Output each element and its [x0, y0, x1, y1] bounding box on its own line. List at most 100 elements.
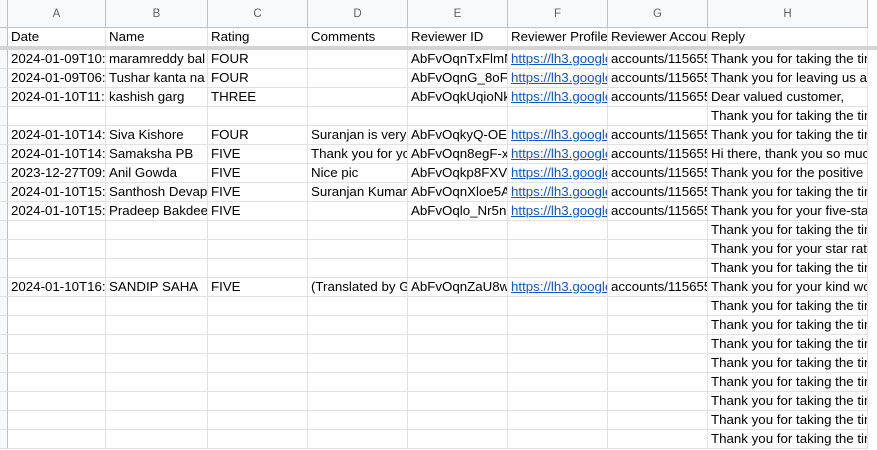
row-number[interactable] — [0, 316, 8, 335]
profile-link[interactable]: https://lh3.google — [511, 89, 607, 104]
row-number[interactable] — [0, 145, 8, 164]
cell-name[interactable]: Tushar kanta na — [106, 69, 208, 88]
cell-profile[interactable] — [508, 316, 608, 335]
cell-profile[interactable]: https://lh3.google — [508, 126, 608, 145]
cell-date[interactable] — [8, 335, 106, 354]
profile-link[interactable]: https://lh3.google — [511, 51, 607, 66]
cell-rid[interactable] — [408, 221, 508, 240]
cell-name[interactable] — [106, 335, 208, 354]
row-number[interactable] — [0, 183, 8, 202]
cell-rid[interactable] — [408, 373, 508, 392]
cell-comments[interactable]: Nice pic — [308, 164, 408, 183]
cell-profile[interactable] — [508, 335, 608, 354]
cell-comments[interactable] — [308, 297, 408, 316]
cell-comments[interactable]: Thank you for yo — [308, 145, 408, 164]
cell-name[interactable] — [106, 392, 208, 411]
row-number[interactable] — [0, 373, 8, 392]
table-row[interactable]: 2024-01-10T11: kashish garg THREE AbFvOqkUq… — [0, 88, 868, 107]
column-header-e[interactable]: E — [408, 0, 508, 28]
cell-date[interactable]: 2024-01-10T15: — [8, 202, 106, 221]
cell-name[interactable] — [106, 430, 208, 449]
cell-rating[interactable]: FOUR — [208, 69, 308, 88]
table-row[interactable]: Thank you for your star rati — [0, 240, 868, 259]
cell-reply[interactable]: Thank you for taking the tim — [708, 430, 868, 449]
cell-account[interactable] — [608, 335, 708, 354]
cell-comments[interactable]: Suranjan Kumar — [308, 183, 408, 202]
table-row[interactable]: Thank you for taking the tim — [0, 259, 868, 278]
select-all-corner[interactable] — [0, 0, 8, 28]
row-number[interactable] — [0, 50, 8, 69]
cell-reply[interactable]: Thank you for taking the tim — [708, 411, 868, 430]
cell-rid[interactable] — [408, 335, 508, 354]
cell-rid[interactable] — [408, 430, 508, 449]
cell-account[interactable]: accounts/115655 — [608, 202, 708, 221]
cell-reply[interactable]: Thank you for your five-star — [708, 202, 868, 221]
column-header-a[interactable]: A — [8, 0, 106, 28]
cell-account[interactable] — [608, 430, 708, 449]
cell-profile[interactable]: https://lh3.google — [508, 50, 608, 69]
table-row[interactable]: 2024-01-10T16: SANDIP SAHA FIVE (Translated… — [0, 278, 868, 297]
cell-date[interactable]: 2024-01-10T16: — [8, 278, 106, 297]
cell-name[interactable]: SANDIP SAHA — [106, 278, 208, 297]
header-cell-rating[interactable]: Rating — [208, 28, 308, 47]
cell-profile[interactable]: https://lh3.google — [508, 88, 608, 107]
cell-reply[interactable]: Thank you for your kind wo — [708, 278, 868, 297]
table-row[interactable]: Thank you for taking the tim — [0, 354, 868, 373]
profile-link[interactable]: https://lh3.google — [511, 279, 607, 294]
row-number[interactable] — [0, 278, 8, 297]
column-header-h[interactable]: H — [708, 0, 868, 28]
profile-link[interactable]: https://lh3.google — [511, 127, 607, 142]
cell-profile[interactable] — [508, 221, 608, 240]
cell-rid[interactable] — [408, 411, 508, 430]
cell-profile[interactable] — [508, 107, 608, 126]
cell-date[interactable] — [8, 221, 106, 240]
table-row[interactable]: Thank you for taking the tim — [0, 221, 868, 240]
cell-date[interactable] — [8, 411, 106, 430]
cell-comments[interactable] — [308, 88, 408, 107]
row-number[interactable] — [0, 221, 8, 240]
row-number[interactable] — [0, 430, 8, 449]
cell-comments[interactable] — [308, 316, 408, 335]
cell-reply[interactable]: Thank you for taking the tim — [708, 183, 868, 202]
table-row[interactable]: Thank you for taking the tim — [0, 373, 868, 392]
cell-rating[interactable]: FIVE — [208, 145, 308, 164]
cell-account[interactable]: accounts/115655 — [608, 88, 708, 107]
cell-rating[interactable]: FIVE — [208, 164, 308, 183]
cell-rid[interactable]: AbFvOqkUqioNk — [408, 88, 508, 107]
cell-comments[interactable] — [308, 69, 408, 88]
cell-date[interactable]: 2024-01-10T15: — [8, 183, 106, 202]
table-row[interactable]: Thank you for taking the tim — [0, 297, 868, 316]
cell-name[interactable]: kashish garg — [106, 88, 208, 107]
cell-date[interactable] — [8, 430, 106, 449]
table-row[interactable]: 2024-01-09T10: maramreddy bal FOUR AbFvOqnT… — [0, 50, 868, 69]
cell-profile[interactable] — [508, 297, 608, 316]
cell-rid[interactable] — [408, 297, 508, 316]
cell-rating[interactable] — [208, 240, 308, 259]
cell-reply[interactable]: Thank you for taking the tim — [708, 392, 868, 411]
table-row[interactable]: Thank you for taking the tim — [0, 335, 868, 354]
cell-reply[interactable]: Hi there, thank you so much — [708, 145, 868, 164]
cell-date[interactable] — [8, 392, 106, 411]
row-number[interactable] — [0, 164, 8, 183]
cell-rating[interactable] — [208, 411, 308, 430]
cell-rating[interactable] — [208, 335, 308, 354]
cell-account[interactable] — [608, 354, 708, 373]
cell-reply[interactable]: Thank you for taking the tim — [708, 50, 868, 69]
row-number[interactable] — [0, 88, 8, 107]
table-row[interactable]: 2023-12-27T09: Anil Gowda FIVE Nice pic AbFv… — [0, 164, 868, 183]
cell-rid[interactable]: AbFvOqnG_8oF — [408, 69, 508, 88]
column-header-b[interactable]: B — [106, 0, 208, 28]
cell-rating[interactable]: THREE — [208, 88, 308, 107]
cell-name[interactable]: Anil Gowda — [106, 164, 208, 183]
cell-comments[interactable] — [308, 259, 408, 278]
cell-profile[interactable]: https://lh3.google — [508, 202, 608, 221]
cell-reply[interactable]: Thank you for taking the tim — [708, 297, 868, 316]
cell-name[interactable] — [106, 240, 208, 259]
profile-link[interactable]: https://lh3.google — [511, 184, 607, 199]
cell-profile[interactable] — [508, 430, 608, 449]
cell-rating[interactable] — [208, 316, 308, 335]
cell-name[interactable] — [106, 107, 208, 126]
cell-rating[interactable]: FOUR — [208, 50, 308, 69]
cell-reply[interactable]: Thank you for taking the tim — [708, 259, 868, 278]
cell-comments[interactable] — [308, 50, 408, 69]
